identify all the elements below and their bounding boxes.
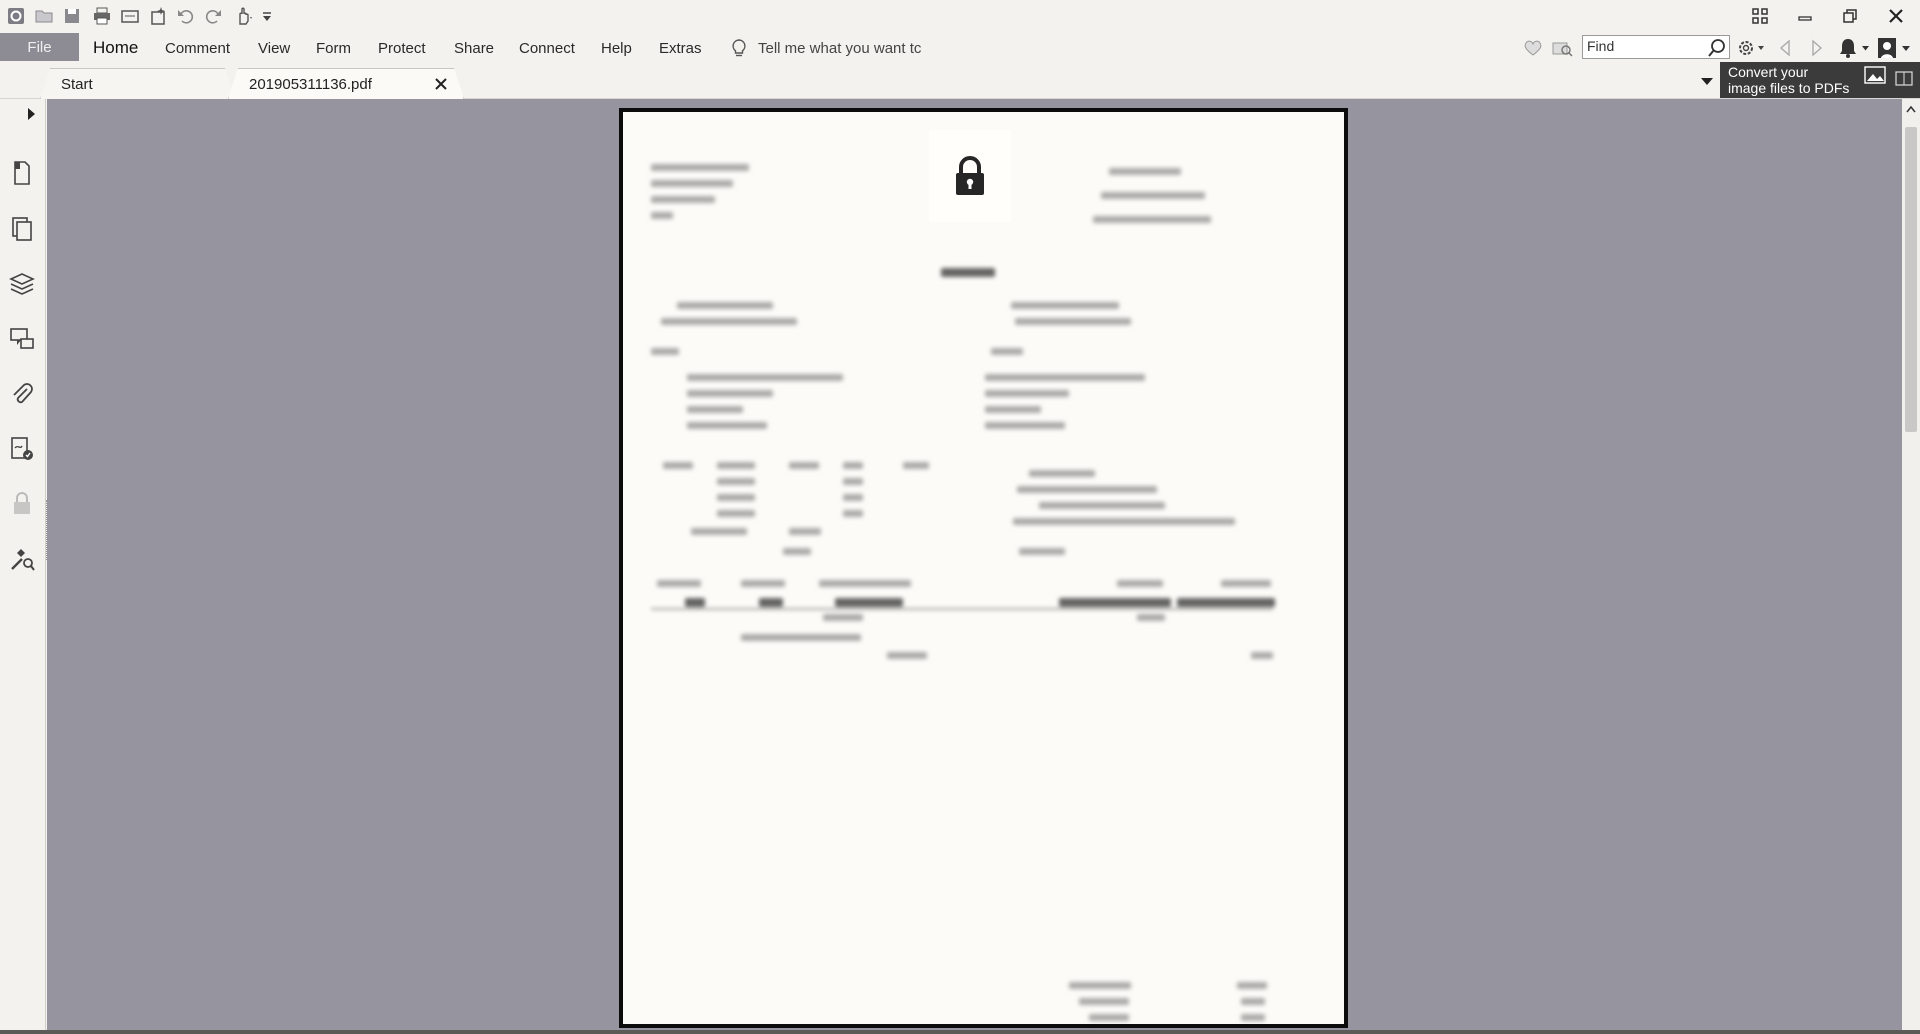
settings-icon[interactable] bbox=[1736, 38, 1766, 58]
search-icon[interactable] bbox=[1706, 37, 1728, 59]
customize-icon[interactable] bbox=[260, 4, 274, 28]
security-icon[interactable] bbox=[8, 490, 36, 518]
pages-icon[interactable] bbox=[8, 215, 36, 243]
tools-icon[interactable] bbox=[8, 545, 36, 573]
image-icon bbox=[1864, 66, 1886, 84]
tell-me-placeholder: Tell me what you want tc bbox=[758, 39, 922, 57]
layers-icon[interactable] bbox=[8, 270, 36, 298]
redo-icon[interactable] bbox=[201, 4, 225, 28]
notifications-icon[interactable] bbox=[1838, 37, 1870, 59]
advanced-search-icon[interactable] bbox=[1552, 38, 1574, 58]
navigation-panel bbox=[0, 99, 46, 1034]
document-tab-bar: Start 201905311136.pdf bbox=[0, 66, 1920, 99]
fullscreen-icon[interactable] bbox=[1740, 2, 1780, 30]
new-icon[interactable] bbox=[146, 4, 170, 28]
like-icon[interactable] bbox=[1522, 38, 1544, 58]
vertical-scrollbar[interactable] bbox=[1902, 99, 1920, 1034]
scrollbar-thumb[interactable] bbox=[1905, 127, 1917, 432]
tab-start[interactable]: Start bbox=[40, 68, 235, 99]
signatures-icon[interactable] bbox=[8, 435, 36, 463]
tab-view[interactable]: View bbox=[258, 33, 290, 63]
open-icon[interactable] bbox=[32, 4, 56, 28]
tab-list-dropdown-icon[interactable] bbox=[1700, 76, 1714, 86]
undo-icon[interactable] bbox=[174, 4, 198, 28]
account-icon[interactable] bbox=[1876, 36, 1916, 60]
app-logo-icon[interactable] bbox=[4, 4, 28, 28]
tab-comment[interactable]: Comment bbox=[165, 33, 230, 63]
tab-protect[interactable]: Protect bbox=[378, 33, 426, 63]
tab-help[interactable]: Help bbox=[601, 33, 632, 63]
lightbulb-icon bbox=[732, 39, 746, 57]
restore-icon[interactable] bbox=[1830, 2, 1870, 30]
comments-icon[interactable] bbox=[8, 325, 36, 353]
pdf-page bbox=[619, 108, 1348, 1028]
quick-access-toolbar bbox=[0, 0, 1920, 33]
next-result-icon[interactable] bbox=[1808, 38, 1826, 58]
tab-form[interactable]: Form bbox=[316, 33, 351, 63]
hand-tool-icon[interactable] bbox=[232, 4, 256, 28]
expand-panel-icon[interactable] bbox=[26, 107, 36, 121]
scan-icon[interactable] bbox=[118, 4, 142, 28]
tab-share[interactable]: Share bbox=[454, 33, 494, 63]
tell-me-search[interactable]: Tell me what you want tc bbox=[730, 33, 921, 63]
tab-home[interactable]: Home bbox=[93, 33, 138, 63]
minimize-icon[interactable] bbox=[1785, 2, 1825, 30]
attachments-icon[interactable] bbox=[8, 380, 36, 408]
scroll-up-icon[interactable] bbox=[1906, 105, 1916, 113]
save-icon[interactable] bbox=[60, 4, 84, 28]
blurred-document-content bbox=[623, 112, 1344, 1024]
ribbon-tabs: File Home Comment View Form Protect Shar… bbox=[0, 33, 1920, 63]
status-bar bbox=[0, 1030, 1920, 1034]
print-icon[interactable] bbox=[90, 4, 114, 28]
file-tab[interactable]: File bbox=[0, 33, 79, 61]
close-tab-icon[interactable] bbox=[433, 76, 449, 92]
start-tab-label: Start bbox=[61, 75, 93, 93]
tab-connect[interactable]: Connect bbox=[519, 33, 575, 63]
promo-tooltip[interactable]: Convert your image files to PDFs bbox=[1720, 62, 1920, 98]
convert-icon bbox=[1895, 71, 1913, 86]
tab-document[interactable]: 201905311136.pdf bbox=[228, 68, 464, 99]
previous-result-icon[interactable] bbox=[1776, 38, 1794, 58]
document-view[interactable] bbox=[47, 99, 1902, 1034]
page-thumbnails-icon[interactable] bbox=[8, 159, 36, 187]
tab-extras[interactable]: Extras bbox=[659, 33, 702, 63]
close-window-icon[interactable] bbox=[1876, 2, 1916, 30]
lock-icon bbox=[956, 156, 984, 195]
lock-overlay bbox=[929, 130, 1011, 222]
document-tab-label: 201905311136.pdf bbox=[249, 75, 372, 93]
